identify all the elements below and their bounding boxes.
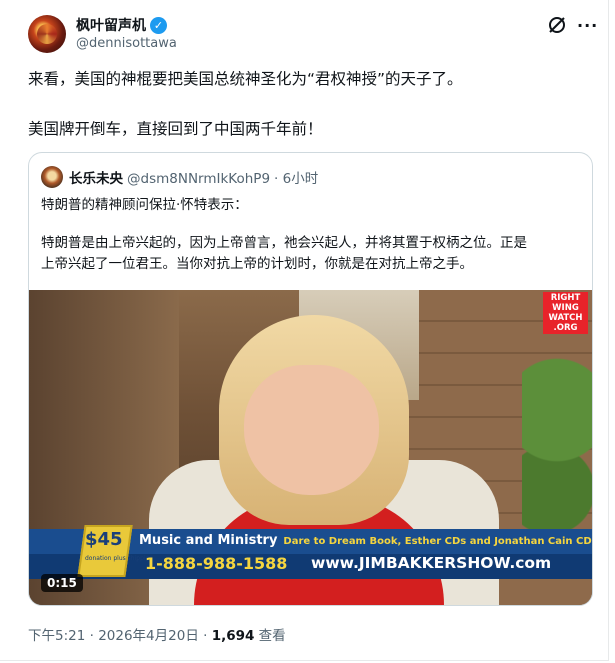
quote-text-line: 特朗普的精神顾问保拉·怀特表示： — [41, 197, 248, 213]
author-display-name[interactable]: 枫叶留声机 — [76, 15, 146, 35]
verified-badge-icon: ✓ — [150, 16, 167, 34]
quote-author-row[interactable]: 长乐未央 @dsm8NNrmIkKohP9 · 6小时 — [69, 167, 318, 187]
quote-handle[interactable]: @dsm8NNrmIkKohP9 — [127, 171, 270, 187]
quote-text-line: 特朗普是由上帝兴起的，因为上帝曾言，祂会兴起人，并将其置于权柄之位。正是 — [41, 235, 527, 251]
quoted-tweet[interactable]: 长乐未央 @dsm8NNrmIkKohP9 · 6小时 特朗普的精神顾问保拉·怀特表… — [28, 152, 593, 606]
quote-author-avatar[interactable] — [41, 166, 63, 188]
author-avatar[interactable] — [28, 15, 66, 53]
video-player[interactable]: RIGHT WING WATCH .ORG $45 donation plus … — [29, 290, 592, 605]
author-name-row[interactable]: 枫叶留声机 ✓ — [76, 15, 167, 35]
tweet-meta: 下午5:21 · 2026年4月20日 · 1,694 查看 — [28, 624, 286, 644]
video-plant — [522, 350, 592, 550]
lower-third-phone: 1-888-988-1588 — [145, 554, 288, 573]
lower-third-title-text: Music and Ministry — [139, 533, 278, 548]
price-value: $45 — [85, 529, 123, 550]
lower-third-subtitle: Dare to Dream Book, Esther CDs and Jonat… — [283, 536, 592, 547]
watermark-line: .ORG — [553, 323, 578, 333]
more-options-icon[interactable]: ··· — [577, 16, 598, 35]
watermark-logo: RIGHT WING WATCH .ORG — [543, 292, 588, 334]
quote-text-line: 上帝兴起了一位君王。当你对抗上帝的计划时，你就是在对抗上帝之手。 — [41, 256, 473, 272]
watermark-line: WING — [552, 303, 579, 313]
tweet-timestamp[interactable]: 下午5:21 · 2026年4月20日 · — [28, 628, 212, 644]
tweet-text-line: 美国牌开倒车，直接回到了中国两千年前！ — [28, 120, 323, 138]
quote-display-name[interactable]: 长乐未央 — [69, 171, 123, 187]
view-label: 查看 — [254, 628, 286, 644]
video-speaker-face — [244, 365, 379, 495]
quote-timestamp[interactable]: · 6小时 — [274, 171, 318, 187]
lower-third-website: www.JIMBAKKERSHOW.com — [311, 554, 552, 572]
lower-third-title: Music and Ministry Dare to Dream Book, Es… — [139, 533, 592, 548]
video-duration-badge: 0:15 — [41, 574, 83, 592]
watermark-line: RIGHT — [550, 293, 581, 303]
watermark-line: WATCH — [548, 313, 583, 323]
grok-icon[interactable] — [547, 15, 567, 35]
tweet-text-line: 来看，美国的神棍要把美国总统神圣化为“君权神授”的天子了。 — [28, 70, 463, 88]
view-count: 1,694 — [211, 628, 255, 644]
author-handle[interactable]: @dennisottawa — [76, 36, 177, 51]
price-subtext: donation plus shipping — [85, 555, 154, 562]
